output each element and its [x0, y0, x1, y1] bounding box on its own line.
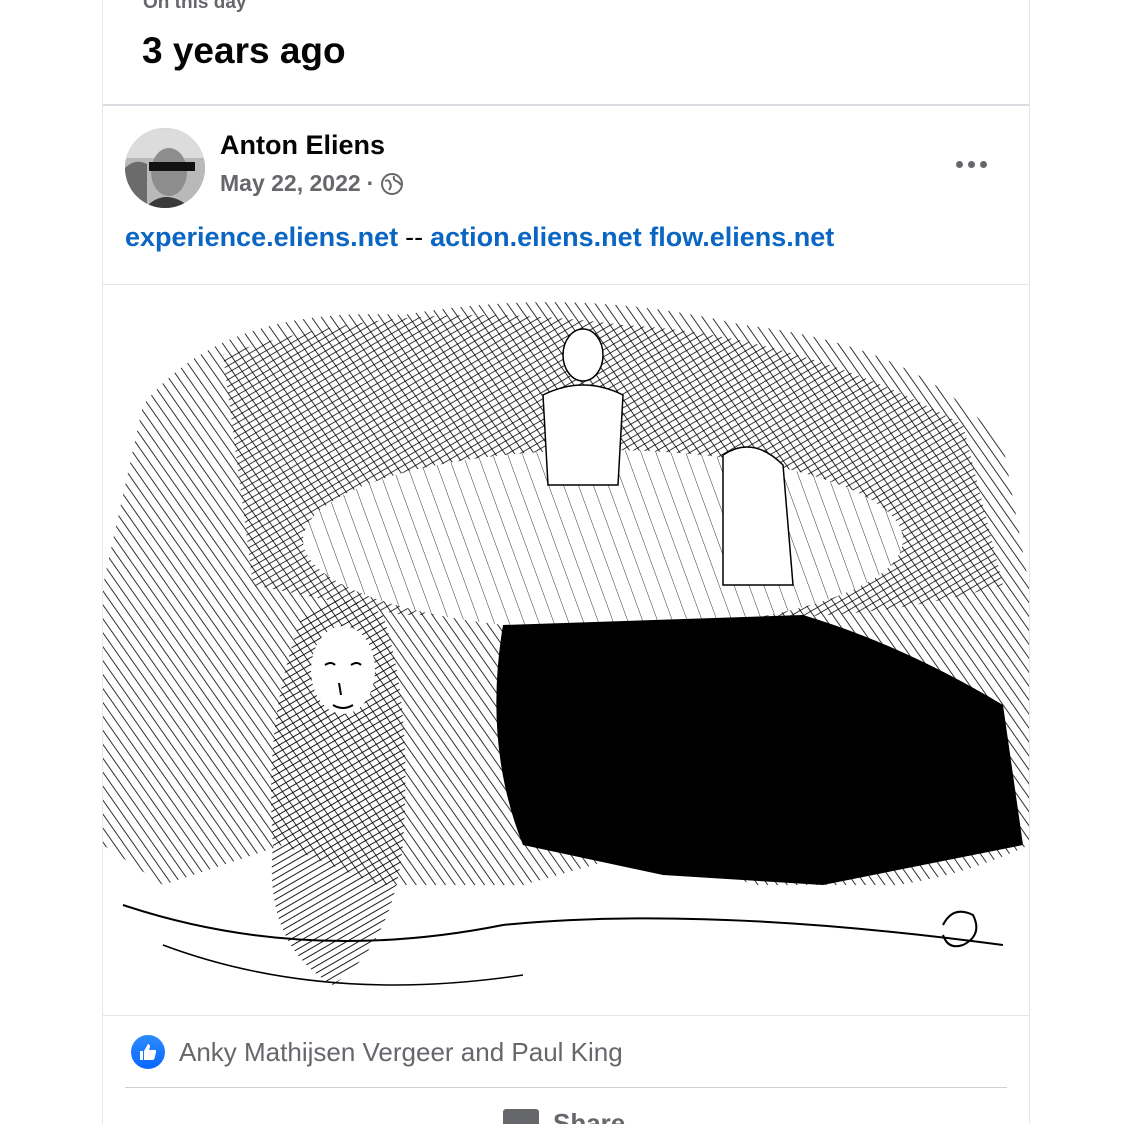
- memory-title: 3 years ago: [142, 30, 346, 71]
- memory-card: On this day 3 years ago Anton Eliens May…: [102, 0, 1030, 1124]
- avatar-photo: [125, 128, 205, 208]
- reaction-names[interactable]: Anky Mathijsen Vergeer and Paul King: [179, 1037, 623, 1068]
- post-date[interactable]: May 22, 2022: [220, 170, 361, 197]
- reactions-summary[interactable]: Anky Mathijsen Vergeer and Paul King: [129, 1033, 623, 1071]
- sketch-drawing: [103, 285, 1029, 1015]
- post-text: experience.eliens.net -- action.eliens.net…: [125, 222, 834, 253]
- post-author[interactable]: Anton Eliens: [220, 130, 385, 161]
- post-photo[interactable]: [103, 285, 1029, 1016]
- meta-separator: ·: [366, 170, 375, 196]
- link-separator: --: [405, 222, 424, 252]
- post-link-action[interactable]: action.eliens.net: [430, 222, 642, 252]
- post-header: Anton Eliens May 22, 2022 · experience.e…: [103, 106, 1029, 285]
- share-label: Share: [553, 1108, 626, 1124]
- avatar[interactable]: [125, 128, 205, 208]
- like-icon: [129, 1033, 167, 1071]
- post-meta: May 22, 2022 ·: [220, 170, 404, 197]
- share-button[interactable]: Share: [503, 1108, 625, 1124]
- post-link-flow[interactable]: flow.eliens.net: [649, 222, 834, 252]
- memory-eyebrow: On this day: [143, 0, 247, 13]
- divider: [125, 1087, 1007, 1088]
- post-link-experience[interactable]: experience.eliens.net: [125, 222, 398, 252]
- ellipsis-icon[interactable]: [949, 150, 993, 178]
- globe-icon[interactable]: [380, 172, 404, 196]
- share-icon: [503, 1108, 539, 1124]
- memory-header: On this day 3 years ago: [103, 0, 1029, 106]
